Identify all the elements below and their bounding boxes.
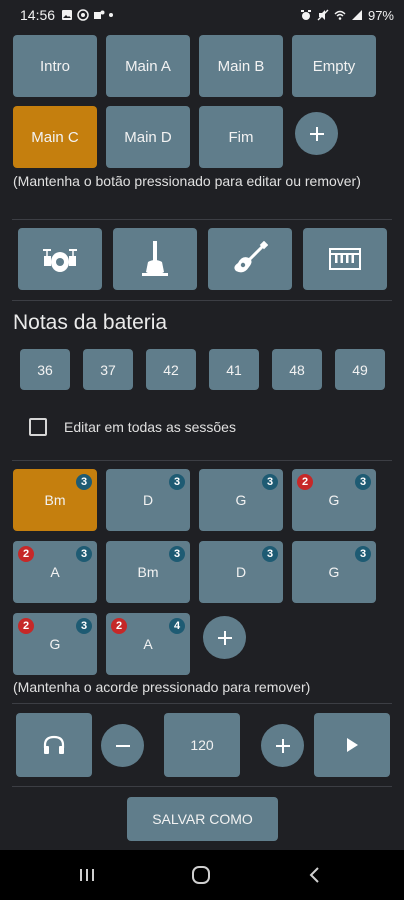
chord-button[interactable]: G 3 [199, 469, 283, 531]
sections-hint: (Mantenha o botão pressionado para edita… [13, 173, 361, 189]
whatsapp-icon [77, 9, 89, 21]
drum-note-button[interactable]: 37 [83, 349, 133, 390]
instrument-guitar-button[interactable] [208, 228, 292, 290]
chord-button[interactable]: D 3 [199, 541, 283, 603]
tempo-increase-button[interactable] [261, 724, 304, 767]
headphones-button[interactable] [16, 713, 92, 777]
edit-all-sessions-checkbox[interactable] [29, 418, 47, 436]
chord-count-badge: 3 [76, 618, 92, 634]
play-icon [347, 738, 358, 752]
wifi-icon [334, 10, 346, 20]
chord-marker-badge: 2 [18, 618, 34, 634]
instrument-keyboard-button[interactable] [303, 228, 387, 290]
chord-marker-badge: 2 [18, 546, 34, 562]
section-button-main-d[interactable]: Main D [106, 106, 190, 168]
divider [12, 300, 392, 301]
notification-dot [109, 13, 114, 17]
drum-notes-heading: Notas da bateria [13, 311, 168, 334]
tempo-display[interactable]: 120 [164, 713, 240, 777]
instrument-drums-button[interactable] [18, 228, 102, 290]
chord-button[interactable]: Bm 3 [106, 541, 190, 603]
chord-count-badge: 3 [76, 546, 92, 562]
chord-count-badge: 3 [169, 546, 185, 562]
drum-note-button[interactable]: 48 [272, 349, 322, 390]
divider [12, 703, 392, 704]
chord-count-badge: 3 [262, 546, 278, 562]
plus-icon [217, 630, 232, 645]
drum-note-button[interactable]: 42 [146, 349, 196, 390]
tempo-decrease-button[interactable] [101, 724, 144, 767]
add-section-button[interactable] [295, 112, 338, 155]
section-button-empty[interactable]: Empty [292, 35, 376, 97]
back-button[interactable] [295, 862, 335, 888]
drum-note-button[interactable]: 41 [209, 349, 259, 390]
keyboard-icon [329, 248, 361, 270]
home-button[interactable] [181, 862, 221, 888]
status-bar: 14:56 97% [0, 0, 404, 30]
save-as-button[interactable]: SALVAR COMO [127, 797, 278, 841]
chords-hint: (Mantenha o acorde pressionado para remo… [13, 679, 311, 695]
chord-count-badge: 3 [355, 546, 371, 562]
section-button-main-b[interactable]: Main B [199, 35, 283, 97]
mute-icon [317, 9, 329, 21]
chord-marker-badge: 2 [297, 474, 313, 490]
section-button-fim[interactable]: Fim [199, 106, 283, 168]
recents-icon [80, 869, 94, 881]
section-button-main-c[interactable]: Main C [13, 106, 97, 168]
plus-icon [275, 738, 290, 753]
drums-icon [43, 249, 77, 272]
teams-icon [94, 10, 105, 19]
chord-button[interactable]: G 2 3 [13, 613, 97, 675]
divider [12, 460, 392, 461]
chord-button[interactable]: A 2 3 [13, 541, 97, 603]
instrument-bass-button[interactable] [113, 228, 197, 290]
play-button[interactable] [314, 713, 390, 777]
signal-icon [351, 10, 362, 20]
bass-icon [142, 241, 168, 276]
back-icon [309, 867, 319, 883]
chord-button[interactable]: Bm 3 [13, 469, 97, 531]
chord-count-badge: 3 [169, 474, 185, 490]
drum-note-button[interactable]: 36 [20, 349, 70, 390]
home-icon [192, 866, 210, 884]
minus-icon [115, 744, 130, 747]
drum-note-button[interactable]: 49 [335, 349, 385, 390]
alarm-icon [300, 10, 311, 20]
battery-level: 97% [367, 7, 394, 23]
chord-marker-badge: 2 [111, 618, 127, 634]
status-time: 14:56 [20, 7, 56, 23]
chord-count-badge: 3 [355, 474, 371, 490]
chord-button[interactable]: G 3 [292, 541, 376, 603]
image-icon [62, 10, 73, 20]
add-chord-button[interactable] [203, 616, 246, 659]
edit-all-sessions-label: Editar em todas as sessões [64, 419, 236, 435]
headphones-icon [43, 735, 65, 754]
recents-button[interactable] [67, 862, 107, 888]
chord-count-badge: 4 [169, 618, 185, 634]
plus-icon [309, 126, 324, 141]
guitar-icon [234, 241, 268, 273]
chord-button[interactable]: A 2 4 [106, 613, 190, 675]
section-button-main-a[interactable]: Main A [106, 35, 190, 97]
chord-count-badge: 3 [76, 474, 92, 490]
chord-button[interactable]: G 2 3 [292, 469, 376, 531]
section-button-intro[interactable]: Intro [13, 35, 97, 97]
chord-count-badge: 3 [262, 474, 278, 490]
divider [12, 219, 392, 220]
divider [12, 786, 392, 787]
chord-button[interactable]: D 3 [106, 469, 190, 531]
system-nav-bar [0, 850, 404, 900]
